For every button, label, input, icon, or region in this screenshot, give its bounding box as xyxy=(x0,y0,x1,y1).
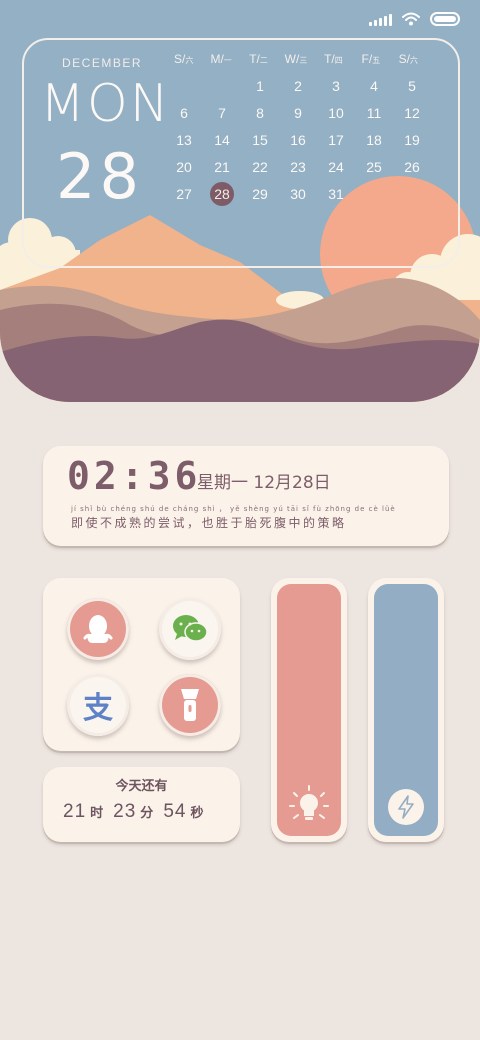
calendar-weekday-headers: S/六 M/一 T/二 W/三 T/四 F/五 S/六 xyxy=(165,52,427,66)
countdown-widget: 今天还有 21 时 23 分 54 秒 xyxy=(43,767,240,842)
calendar-day[interactable]: 18 xyxy=(355,132,393,148)
calendar-header-4: T/四 xyxy=(315,52,352,66)
calendar-header-cjk: 三 xyxy=(299,56,308,65)
calendar-header-latin: F/ xyxy=(361,52,373,66)
calendar-day[interactable]: 10 xyxy=(317,105,355,121)
calendar-day[interactable]: 15 xyxy=(241,132,279,148)
countdown-seconds: 54 xyxy=(163,801,187,822)
calendar-day[interactable]: 2 xyxy=(279,78,317,94)
calendar-header-3: W/三 xyxy=(277,52,314,66)
day-number: 28 xyxy=(56,140,143,213)
calendar-header-5: F/五 xyxy=(352,52,389,66)
clock-widget[interactable]: 02:36 星期一 12月28日 jí shǐ bù chéng shú de … xyxy=(43,446,449,546)
wechat-app-button[interactable] xyxy=(159,598,221,660)
calendar-day[interactable]: 26 xyxy=(393,159,431,175)
alipay-icon: 支 xyxy=(83,691,113,726)
calendar-day[interactable]: 25 xyxy=(355,159,393,175)
calendar-header-6: S/六 xyxy=(390,52,427,66)
calendar-header-cjk: 五 xyxy=(372,56,381,65)
calendar-header-latin: T/ xyxy=(324,52,335,66)
countdown-values: 21 时 23 分 54 秒 xyxy=(63,801,209,823)
countdown-hours-unit: 时 xyxy=(90,806,104,821)
calendar-header-0: S/六 xyxy=(165,52,202,66)
calendar-header-2: T/二 xyxy=(240,52,277,66)
calendar-day[interactable]: 20 xyxy=(165,159,203,175)
calendar-day[interactable]: 8 xyxy=(241,105,279,121)
calendar-day[interactable]: 9 xyxy=(279,105,317,121)
apps-widget: 支 xyxy=(43,578,240,751)
calendar-day[interactable]: 17 xyxy=(317,132,355,148)
calendar-week-row: 27 28 29 30 31 xyxy=(165,180,431,207)
countdown-title: 今天还有 xyxy=(115,779,168,794)
quote-text: 即使不成熟的尝试，也胜于胎死腹中的策略 xyxy=(71,516,347,530)
power-slider[interactable] xyxy=(368,578,444,842)
month-label: DECEMBER xyxy=(62,56,143,70)
calendar-day[interactable]: 13 xyxy=(165,132,203,148)
wifi-icon xyxy=(402,12,420,26)
brightness-slider[interactable] xyxy=(271,578,347,842)
battery-icon xyxy=(430,12,460,26)
countdown-hours: 21 xyxy=(63,801,87,822)
calendar-header-1: M/一 xyxy=(202,52,239,66)
qq-app-button[interactable] xyxy=(67,598,129,660)
calendar-header-latin: T/ xyxy=(249,52,260,66)
calendar-day[interactable]: 29 xyxy=(241,186,279,202)
calendar-header-cjk: 四 xyxy=(334,56,343,65)
calendar-header-cjk: 六 xyxy=(409,56,418,65)
calendar-week-row: 13 14 15 16 17 18 19 xyxy=(165,126,431,153)
countdown-seconds-unit: 秒 xyxy=(190,806,204,821)
calendar-week-row: 6 7 8 9 10 11 12 xyxy=(165,99,431,126)
quote-pinyin: jí shǐ bù chéng shú de cháng shì ， yě sh… xyxy=(71,505,396,513)
calendar-day[interactable]: 31 xyxy=(317,186,355,202)
today-marker: 28 xyxy=(210,181,234,206)
calendar-day[interactable]: 12 xyxy=(393,105,431,121)
calendar-week-row: 12345 xyxy=(165,72,431,99)
wechat-icon xyxy=(173,615,208,642)
brightness-slider-fill[interactable] xyxy=(277,584,341,836)
calendar-hero: DECEMBER MON 28 S/六 M/一 T/二 W/三 T/四 F/五 S/六 12… xyxy=(0,0,480,402)
calendar-header-latin: W/ xyxy=(284,52,300,66)
alipay-app-button[interactable]: 支 xyxy=(67,674,129,736)
status-bar xyxy=(369,12,460,26)
clock-date: 星期一 12月28日 xyxy=(197,473,331,493)
calendar-header-latin: S/ xyxy=(398,52,410,66)
calendar-day[interactable]: 3 xyxy=(317,78,355,94)
calendar-week-row: 20 21 22 23 24 25 26 xyxy=(165,153,431,180)
calendar-header-cjk: 一 xyxy=(223,56,232,65)
countdown-minutes-unit: 分 xyxy=(140,806,154,821)
calendar-header-cjk: 六 xyxy=(185,56,194,65)
calendar-day[interactable]: 6 xyxy=(165,105,203,121)
calendar-day[interactable]: 22 xyxy=(241,159,279,175)
flashlight-app-button[interactable] xyxy=(159,674,221,736)
calendar-day[interactable]: 7 xyxy=(203,105,241,121)
calendar-day[interactable]: 27 xyxy=(165,186,203,202)
calendar-header-cjk: 二 xyxy=(259,56,268,65)
calendar-day[interactable]: 14 xyxy=(203,132,241,148)
calendar-day-today[interactable]: 28 xyxy=(203,181,241,206)
weekday-label: MON xyxy=(40,74,171,134)
calendar-header-latin: M/ xyxy=(210,52,224,66)
lightning-icon xyxy=(388,789,424,825)
calendar-day[interactable]: 30 xyxy=(279,186,317,202)
power-slider-fill[interactable] xyxy=(374,584,438,836)
calendar-day[interactable]: 23 xyxy=(279,159,317,175)
calendar-day[interactable]: 24 xyxy=(317,159,355,175)
calendar-day[interactable]: 5 xyxy=(393,78,431,94)
penguin-icon xyxy=(83,615,113,643)
countdown-minutes: 23 xyxy=(113,801,137,822)
signal-icon xyxy=(369,12,392,26)
calendar-day[interactable]: 4 xyxy=(355,78,393,94)
calendar-day[interactable]: 11 xyxy=(355,105,393,121)
calendar-grid: 1 2 3 4 5 6 7 8 9 10 11 12 13 14 15 16 17 18 19 20 21 22 23 24 2… xyxy=(165,72,431,207)
lightbulb-icon xyxy=(289,785,329,820)
calendar-day[interactable]: 21 xyxy=(203,159,241,175)
flashlight-icon xyxy=(181,689,199,721)
calendar-day[interactable]: 19 xyxy=(393,132,431,148)
calendar-day[interactable]: 16 xyxy=(279,132,317,148)
calendar-header-latin: S/ xyxy=(174,52,186,66)
clock-time: 02:36 xyxy=(67,454,202,498)
calendar-day[interactable]: 1 xyxy=(241,78,279,94)
